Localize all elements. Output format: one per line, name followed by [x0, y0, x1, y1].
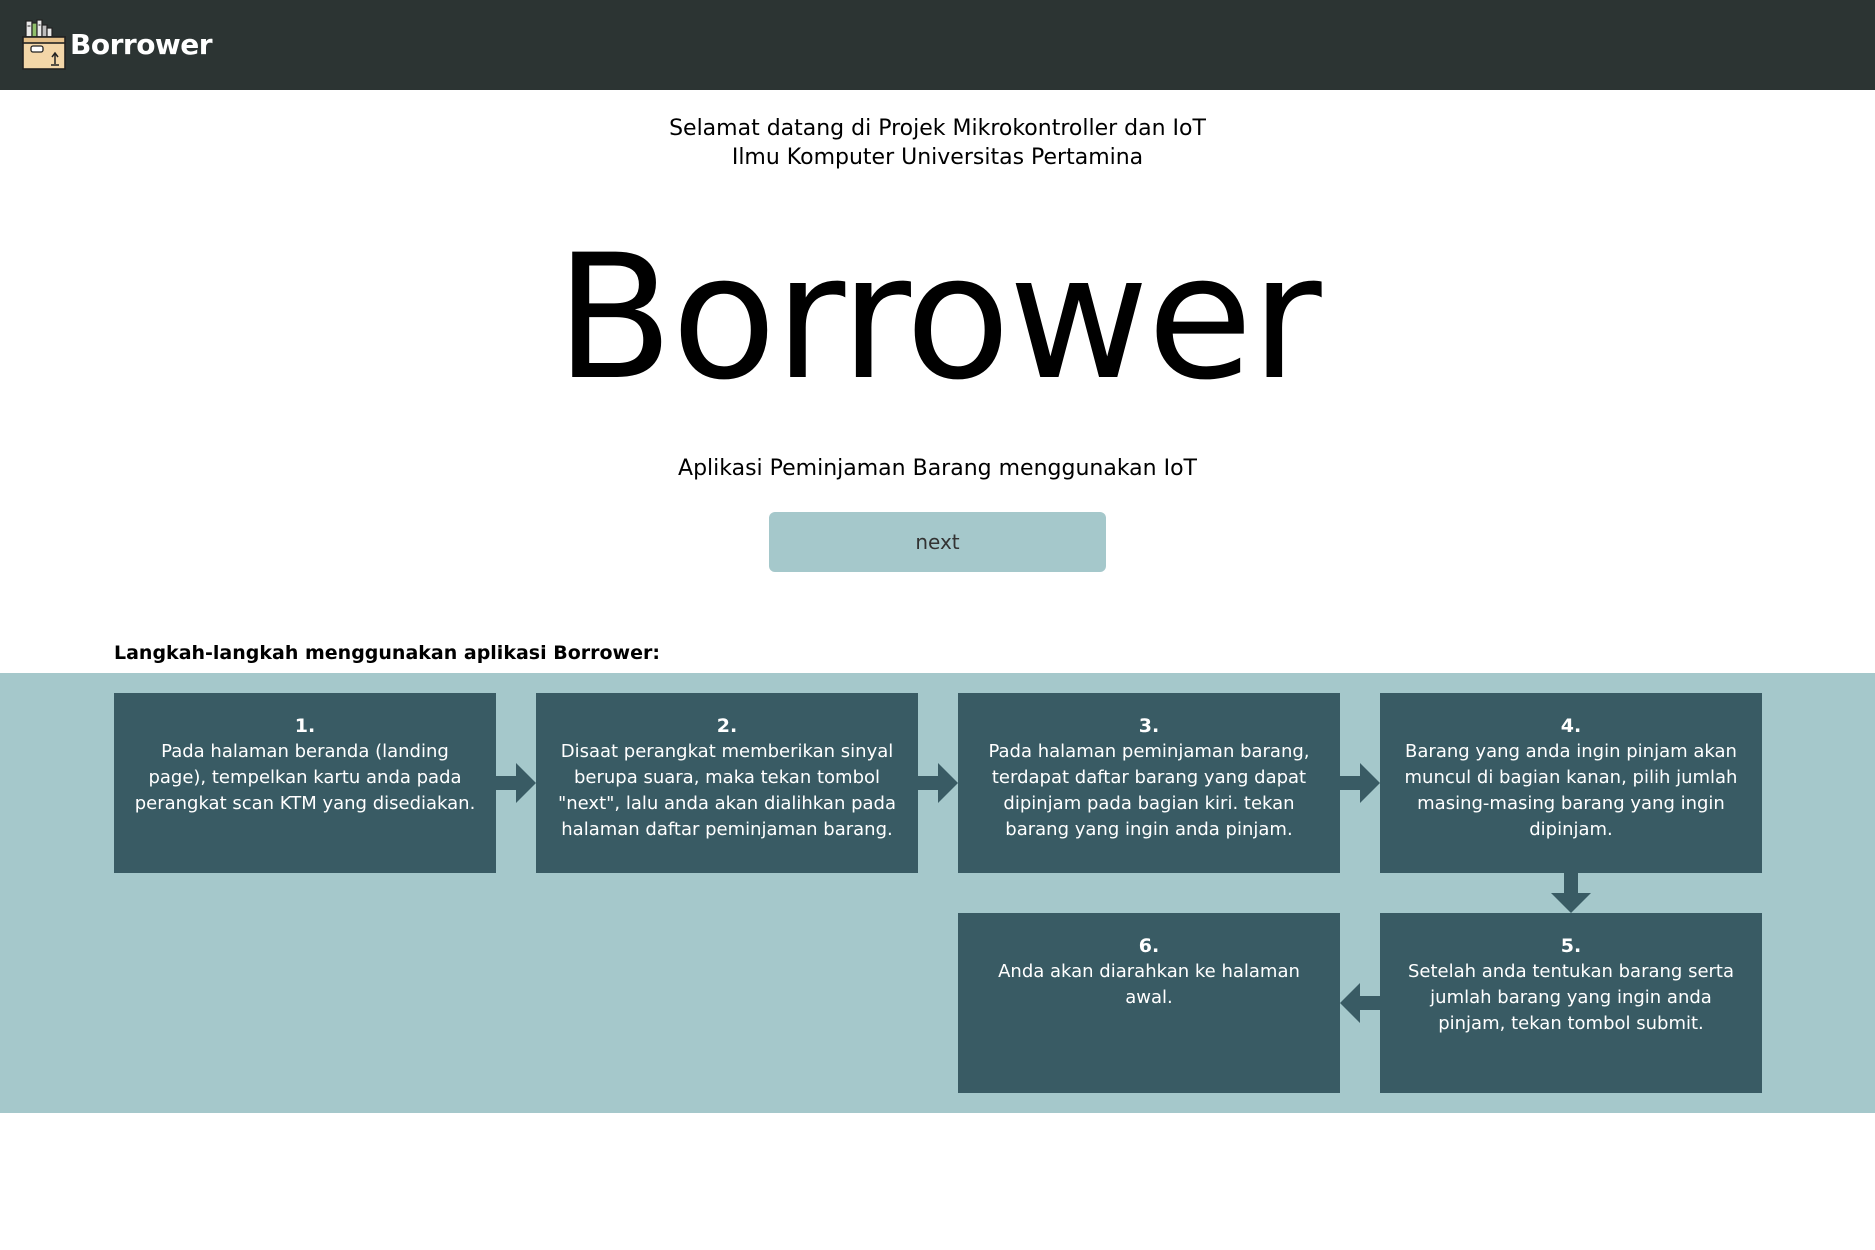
brand-link[interactable]: Borrower — [22, 17, 213, 73]
step-number: 2. — [716, 715, 738, 737]
step-card-5: 5. Setelah anda tentukan barang serta ju… — [1380, 913, 1762, 1093]
arrow-down-icon — [1551, 873, 1591, 913]
steps-section: 1. Pada halaman beranda (landing page), … — [0, 673, 1875, 1113]
step-text: Setelah anda tentukan barang serta jumla… — [1407, 961, 1735, 1034]
next-button[interactable]: next — [769, 512, 1106, 572]
arrow-right-icon — [496, 763, 536, 803]
navbar: Borrower — [0, 0, 1875, 90]
step-text: Barang yang anda ingin pinjam akan muncu… — [1404, 741, 1738, 840]
step-card-2: 2. Disaat perangkat memberikan sinyal be… — [536, 693, 918, 873]
step-number: 6. — [1138, 935, 1160, 957]
arrow-right-icon — [1340, 763, 1380, 803]
step-number: 4. — [1560, 715, 1582, 737]
step-text: Anda akan diarahkan ke halaman awal. — [998, 961, 1300, 1008]
hero-title: Borrower — [555, 217, 1321, 418]
steps-heading: Langkah-langkah menggunakan aplikasi Bor… — [114, 642, 660, 664]
step-card-4: 4. Barang yang anda ingin pinjam akan mu… — [1380, 693, 1762, 873]
arrow-right-icon — [918, 763, 958, 803]
step-number: 1. — [294, 715, 316, 737]
step-text: Pada halaman beranda (landing page), tem… — [134, 741, 476, 814]
welcome-message: Selamat datang di Projek Mikrokontroller… — [0, 114, 1875, 172]
hero-subtitle: Aplikasi Peminjaman Barang menggunakan I… — [678, 456, 1197, 481]
welcome-line-2: Ilmu Komputer Universitas Pertamina — [731, 145, 1144, 170]
arrow-left-icon — [1340, 983, 1380, 1023]
step-card-6: 6. Anda akan diarahkan ke halaman awal. — [958, 913, 1340, 1093]
step-text: Disaat perangkat memberikan sinyal berup… — [557, 741, 896, 840]
step-card-1: 1. Pada halaman beranda (landing page), … — [114, 693, 496, 873]
step-number: 5. — [1560, 935, 1582, 957]
step-card-3: 3. Pada halaman peminjaman barang, terda… — [958, 693, 1340, 873]
welcome-line-1: Selamat datang di Projek Mikrokontroller… — [669, 116, 1206, 141]
box-with-books-icon — [22, 19, 66, 70]
step-text: Pada halaman peminjaman barang, terdapat… — [988, 741, 1310, 840]
brand-name: Borrower — [70, 28, 213, 61]
step-number: 3. — [1138, 715, 1160, 737]
